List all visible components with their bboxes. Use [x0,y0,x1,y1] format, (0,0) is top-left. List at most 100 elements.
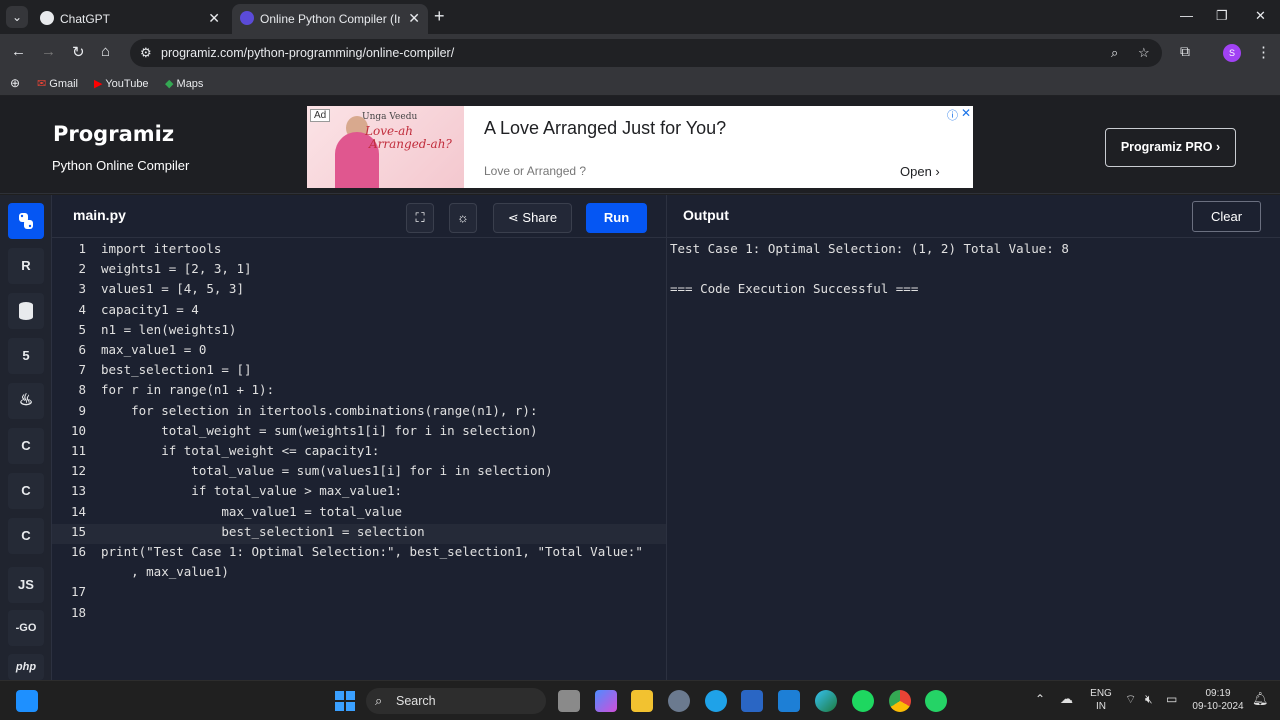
clock[interactable]: 09:19 09-10-2024 [1190,687,1246,713]
reload-icon[interactable]: ↻ [72,43,85,61]
apps-icon[interactable]: ⊕ [10,76,20,90]
code-line[interactable]: 4 capacity1 = 4 [52,302,666,322]
php-icon[interactable]: php [8,654,44,680]
code-line[interactable]: 1 import itertools [52,241,666,261]
ad-info-icon[interactable]: ⓘ [947,107,958,123]
code-line[interactable]: 6 max_value1 = 0 [52,342,666,362]
code-line[interactable]: 5 n1 = len(weights1) [52,322,666,342]
code-line[interactable]: 2 weights1 = [2, 3, 1] [52,261,666,281]
widgets-icon[interactable] [16,690,38,712]
task-view-icon[interactable] [558,690,580,712]
home-icon[interactable]: ⌂ [101,43,110,60]
volume-muted-icon[interactable]: 🔇︎ [1145,693,1153,706]
tab-search-button[interactable]: ⌄ [6,6,28,28]
output-console[interactable]: Test Case 1: Optimal Selection: (1, 2) T… [666,238,1280,680]
taskbar-search[interactable]: ⌕ Search [366,688,546,714]
code-line[interactable]: 10 total_weight = sum(weights1[i] for i … [52,423,666,443]
maximize-icon[interactable]: ❐ [1216,8,1228,24]
code-line[interactable]: 15 best_selection1 = selection [52,523,666,544]
minimize-icon[interactable]: — [1180,8,1193,23]
code-line[interactable]: 11 if total_weight <= capacity1: [52,443,666,463]
whatsapp-icon[interactable] [925,690,947,712]
c-icon[interactable]: C [8,428,44,464]
code-line[interactable]: , max_value1) [52,564,666,584]
extensions-icon[interactable]: ⧉ [1180,43,1190,60]
edge-icon[interactable] [815,690,837,712]
fullscreen-button[interactable]: ⛶ [406,203,434,233]
start-icon[interactable] [334,690,356,712]
advertisement[interactable]: Unga Veedu Love-ah Arranged-ah? Ad A Lov… [307,106,973,188]
url-text: programiz.com/python-programming/online-… [161,46,455,60]
code-line[interactable]: 12 total_value = sum(values1[i] for i in… [52,463,666,483]
code-line[interactable]: 8 for r in range(n1 + 1): [52,382,666,402]
bookmark-youtube[interactable]: ▶ YouTube [94,77,149,90]
cloud-icon[interactable]: ☁ [1060,692,1073,705]
wifi-icon[interactable]: ⌔ [1125,693,1136,706]
bookmark-star-icon[interactable]: ☆ [1138,45,1150,61]
ad-open-button[interactable]: Open › [900,164,940,179]
ad-image: Unga Veedu Love-ah Arranged-ah? Ad [307,106,464,188]
profile-avatar[interactable]: S [1223,44,1241,62]
line-number: 5 [78,321,86,337]
go-icon[interactable]: -GO [8,610,44,646]
programiz-logo[interactable]: Programiz [53,122,174,146]
spotify-icon[interactable] [852,690,874,712]
python-icon[interactable] [8,203,44,239]
bookmark-gmail[interactable]: ✉ Gmail [37,77,78,90]
cpp-icon[interactable]: C [8,473,44,509]
line-number: 12 [70,463,86,479]
forward-icon[interactable]: → [41,43,56,60]
code-line[interactable]: 18 [52,605,666,625]
tab-title: Online Python Compiler (Interp [260,12,400,26]
bookmark-maps[interactable]: ◆ Maps [165,77,203,90]
clear-button[interactable]: Clear [1192,201,1261,232]
sql-icon[interactable] [8,293,44,329]
zoom-icon[interactable]: ⌕ [1111,45,1118,61]
java-icon[interactable]: ♨ [8,383,44,419]
file-tab[interactable]: main.py [73,207,126,223]
chevron-up-icon[interactable]: ⌃ [1035,693,1045,706]
battery-icon[interactable]: ▭ [1166,693,1177,706]
tab-close-icon[interactable]: ✕ [208,10,220,27]
code-line[interactable]: 3 values1 = [4, 5, 3] [52,281,666,301]
new-tab-icon[interactable]: + [434,6,445,27]
window-close-icon[interactable]: ✕ [1255,8,1266,24]
store-icon[interactable] [741,690,763,712]
tab-close-icon[interactable]: ✕ [408,10,420,27]
code-line[interactable]: 13 if total_value > max_value1: [52,483,666,503]
back-icon[interactable]: ← [11,43,26,60]
app-icon[interactable] [705,690,727,712]
csharp-icon[interactable]: C [8,518,44,554]
code-line[interactable]: 9 for selection in itertools.combination… [52,403,666,423]
language-indicator[interactable]: ENG IN [1090,687,1112,713]
site-header: Programiz Python Online Compiler Unga Ve… [0,96,1280,194]
tab-chatgpt[interactable]: ChatGPT ✕ [32,4,228,34]
ad-headline[interactable]: A Love Arranged Just for You? [484,118,726,139]
programiz-pro-button[interactable]: Programiz PRO › [1105,128,1236,167]
code-line[interactable]: 7 best_selection1 = [] [52,362,666,382]
sun-icon: ☼ [457,210,469,225]
chrome-icon[interactable] [889,690,911,712]
address-bar[interactable]: ⚙ programiz.com/python-programming/onlin… [130,39,1162,67]
share-button[interactable]: ⋖ Share [493,203,572,233]
ad-close-icon[interactable]: ✕ [961,106,971,120]
code-editor[interactable]: 1 import itertools 2 weights1 = [2, 3, 1] 3 v… [52,238,666,680]
r-icon[interactable]: R [8,248,44,284]
app-icon[interactable] [778,690,800,712]
site-info-icon[interactable]: ⚙ [140,45,152,61]
notification-bell-icon[interactable]: 🔔︎ [1252,692,1269,705]
copilot-icon[interactable] [595,690,617,712]
js-icon[interactable]: JS [8,567,44,603]
code-text: for r in range(n1 + 1): [101,382,275,398]
file-explorer-icon[interactable] [631,690,653,712]
code-line[interactable]: 17 [52,584,666,604]
theme-toggle-button[interactable]: ☼ [449,203,477,233]
settings-icon[interactable] [668,690,690,712]
tab-online-python-compiler[interactable]: Online Python Compiler (Interp ✕ [232,4,428,34]
html-icon[interactable]: 5 [8,338,44,374]
code-line[interactable]: 16 print("Test Case 1: Optimal Selection:… [52,544,666,564]
run-button[interactable]: Run [586,203,647,233]
menu-icon[interactable]: ⋮ [1256,43,1271,61]
code-text: if total_value > max_value1: [101,483,403,499]
code-line[interactable]: 14 max_value1 = total_value [52,504,666,524]
